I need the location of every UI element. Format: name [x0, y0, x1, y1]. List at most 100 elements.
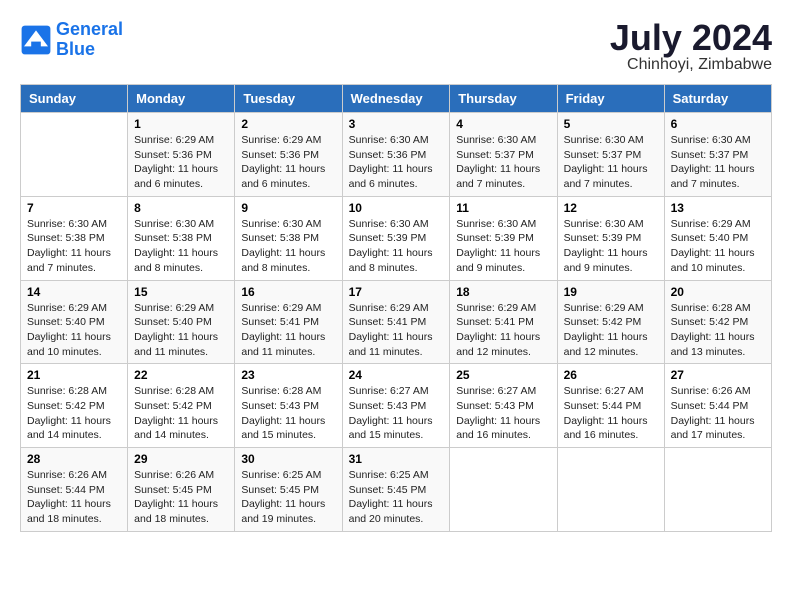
day-number: 25 — [456, 368, 550, 382]
calendar-week-row: 1 Sunrise: 6:29 AMSunset: 5:36 PMDayligh… — [21, 113, 772, 197]
day-info: Sunrise: 6:29 AMSunset: 5:40 PMDaylight:… — [27, 301, 121, 360]
location: Chinhoyi, Zimbabwe — [610, 56, 772, 74]
day-info: Sunrise: 6:29 AMSunset: 5:41 PMDaylight:… — [349, 301, 444, 360]
calendar-cell — [21, 113, 128, 197]
day-info: Sunrise: 6:25 AMSunset: 5:45 PMDaylight:… — [241, 468, 335, 527]
day-info: Sunrise: 6:30 AMSunset: 5:38 PMDaylight:… — [241, 217, 335, 276]
day-number: 27 — [671, 368, 765, 382]
day-number: 7 — [27, 201, 121, 215]
calendar-cell: 22 Sunrise: 6:28 AMSunset: 5:42 PMDaylig… — [128, 364, 235, 448]
day-number: 22 — [134, 368, 228, 382]
calendar-table: SundayMondayTuesdayWednesdayThursdayFrid… — [20, 84, 772, 532]
day-info: Sunrise: 6:30 AMSunset: 5:37 PMDaylight:… — [456, 133, 550, 192]
day-info: Sunrise: 6:30 AMSunset: 5:37 PMDaylight:… — [564, 133, 658, 192]
calendar-cell: 9 Sunrise: 6:30 AMSunset: 5:38 PMDayligh… — [235, 196, 342, 280]
calendar-week-row: 28 Sunrise: 6:26 AMSunset: 5:44 PMDaylig… — [21, 448, 772, 532]
day-number: 4 — [456, 117, 550, 131]
calendar-cell: 16 Sunrise: 6:29 AMSunset: 5:41 PMDaylig… — [235, 280, 342, 364]
day-number: 3 — [349, 117, 444, 131]
day-number: 14 — [27, 285, 121, 299]
day-number: 30 — [241, 452, 335, 466]
page-header: General Blue July 2024 Chinhoyi, Zimbabw… — [20, 20, 772, 74]
calendar-cell — [664, 448, 771, 532]
day-number: 13 — [671, 201, 765, 215]
day-number: 28 — [27, 452, 121, 466]
day-number: 2 — [241, 117, 335, 131]
calendar-cell: 29 Sunrise: 6:26 AMSunset: 5:45 PMDaylig… — [128, 448, 235, 532]
calendar-cell: 1 Sunrise: 6:29 AMSunset: 5:36 PMDayligh… — [128, 113, 235, 197]
day-info: Sunrise: 6:26 AMSunset: 5:44 PMDaylight:… — [671, 384, 765, 443]
calendar-cell: 15 Sunrise: 6:29 AMSunset: 5:40 PMDaylig… — [128, 280, 235, 364]
calendar-cell: 28 Sunrise: 6:26 AMSunset: 5:44 PMDaylig… — [21, 448, 128, 532]
day-info: Sunrise: 6:30 AMSunset: 5:38 PMDaylight:… — [27, 217, 121, 276]
calendar-cell: 26 Sunrise: 6:27 AMSunset: 5:44 PMDaylig… — [557, 364, 664, 448]
day-info: Sunrise: 6:29 AMSunset: 5:41 PMDaylight:… — [241, 301, 335, 360]
calendar-cell: 5 Sunrise: 6:30 AMSunset: 5:37 PMDayligh… — [557, 113, 664, 197]
day-info: Sunrise: 6:30 AMSunset: 5:39 PMDaylight:… — [349, 217, 444, 276]
weekday-header-row: SundayMondayTuesdayWednesdayThursdayFrid… — [21, 85, 772, 113]
day-number: 12 — [564, 201, 658, 215]
day-info: Sunrise: 6:29 AMSunset: 5:42 PMDaylight:… — [564, 301, 658, 360]
title-block: July 2024 Chinhoyi, Zimbabwe — [610, 20, 772, 74]
day-info: Sunrise: 6:30 AMSunset: 5:39 PMDaylight:… — [564, 217, 658, 276]
day-number: 29 — [134, 452, 228, 466]
day-number: 26 — [564, 368, 658, 382]
day-info: Sunrise: 6:27 AMSunset: 5:44 PMDaylight:… — [564, 384, 658, 443]
calendar-cell: 11 Sunrise: 6:30 AMSunset: 5:39 PMDaylig… — [450, 196, 557, 280]
calendar-cell: 4 Sunrise: 6:30 AMSunset: 5:37 PMDayligh… — [450, 113, 557, 197]
weekday-header: Thursday — [450, 85, 557, 113]
calendar-cell: 24 Sunrise: 6:27 AMSunset: 5:43 PMDaylig… — [342, 364, 450, 448]
day-info: Sunrise: 6:27 AMSunset: 5:43 PMDaylight:… — [456, 384, 550, 443]
calendar-cell: 27 Sunrise: 6:26 AMSunset: 5:44 PMDaylig… — [664, 364, 771, 448]
day-number: 6 — [671, 117, 765, 131]
day-info: Sunrise: 6:28 AMSunset: 5:43 PMDaylight:… — [241, 384, 335, 443]
day-number: 8 — [134, 201, 228, 215]
calendar-cell: 21 Sunrise: 6:28 AMSunset: 5:42 PMDaylig… — [21, 364, 128, 448]
day-number: 24 — [349, 368, 444, 382]
day-info: Sunrise: 6:30 AMSunset: 5:39 PMDaylight:… — [456, 217, 550, 276]
day-info: Sunrise: 6:28 AMSunset: 5:42 PMDaylight:… — [134, 384, 228, 443]
day-number: 23 — [241, 368, 335, 382]
calendar-cell: 6 Sunrise: 6:30 AMSunset: 5:37 PMDayligh… — [664, 113, 771, 197]
day-info: Sunrise: 6:26 AMSunset: 5:44 PMDaylight:… — [27, 468, 121, 527]
day-number: 15 — [134, 285, 228, 299]
calendar-cell: 2 Sunrise: 6:29 AMSunset: 5:36 PMDayligh… — [235, 113, 342, 197]
day-info: Sunrise: 6:26 AMSunset: 5:45 PMDaylight:… — [134, 468, 228, 527]
day-info: Sunrise: 6:27 AMSunset: 5:43 PMDaylight:… — [349, 384, 444, 443]
calendar-week-row: 7 Sunrise: 6:30 AMSunset: 5:38 PMDayligh… — [21, 196, 772, 280]
weekday-header: Wednesday — [342, 85, 450, 113]
calendar-cell: 30 Sunrise: 6:25 AMSunset: 5:45 PMDaylig… — [235, 448, 342, 532]
calendar-cell: 17 Sunrise: 6:29 AMSunset: 5:41 PMDaylig… — [342, 280, 450, 364]
day-number: 19 — [564, 285, 658, 299]
logo-text: General Blue — [56, 20, 123, 60]
day-info: Sunrise: 6:29 AMSunset: 5:40 PMDaylight:… — [671, 217, 765, 276]
calendar-week-row: 14 Sunrise: 6:29 AMSunset: 5:40 PMDaylig… — [21, 280, 772, 364]
calendar-cell — [557, 448, 664, 532]
day-number: 20 — [671, 285, 765, 299]
logo-icon — [20, 24, 52, 56]
day-number: 5 — [564, 117, 658, 131]
day-number: 16 — [241, 285, 335, 299]
calendar-cell: 20 Sunrise: 6:28 AMSunset: 5:42 PMDaylig… — [664, 280, 771, 364]
day-info: Sunrise: 6:30 AMSunset: 5:38 PMDaylight:… — [134, 217, 228, 276]
day-info: Sunrise: 6:29 AMSunset: 5:41 PMDaylight:… — [456, 301, 550, 360]
day-number: 9 — [241, 201, 335, 215]
day-info: Sunrise: 6:28 AMSunset: 5:42 PMDaylight:… — [27, 384, 121, 443]
weekday-header: Friday — [557, 85, 664, 113]
month-title: July 2024 — [610, 20, 772, 56]
weekday-header: Sunday — [21, 85, 128, 113]
calendar-cell: 19 Sunrise: 6:29 AMSunset: 5:42 PMDaylig… — [557, 280, 664, 364]
day-number: 31 — [349, 452, 444, 466]
day-info: Sunrise: 6:29 AMSunset: 5:36 PMDaylight:… — [241, 133, 335, 192]
day-number: 21 — [27, 368, 121, 382]
day-info: Sunrise: 6:28 AMSunset: 5:42 PMDaylight:… — [671, 301, 765, 360]
calendar-week-row: 21 Sunrise: 6:28 AMSunset: 5:42 PMDaylig… — [21, 364, 772, 448]
day-info: Sunrise: 6:29 AMSunset: 5:36 PMDaylight:… — [134, 133, 228, 192]
day-number: 11 — [456, 201, 550, 215]
day-info: Sunrise: 6:30 AMSunset: 5:37 PMDaylight:… — [671, 133, 765, 192]
weekday-header: Tuesday — [235, 85, 342, 113]
calendar-cell: 25 Sunrise: 6:27 AMSunset: 5:43 PMDaylig… — [450, 364, 557, 448]
calendar-cell — [450, 448, 557, 532]
calendar-cell: 8 Sunrise: 6:30 AMSunset: 5:38 PMDayligh… — [128, 196, 235, 280]
calendar-cell: 18 Sunrise: 6:29 AMSunset: 5:41 PMDaylig… — [450, 280, 557, 364]
